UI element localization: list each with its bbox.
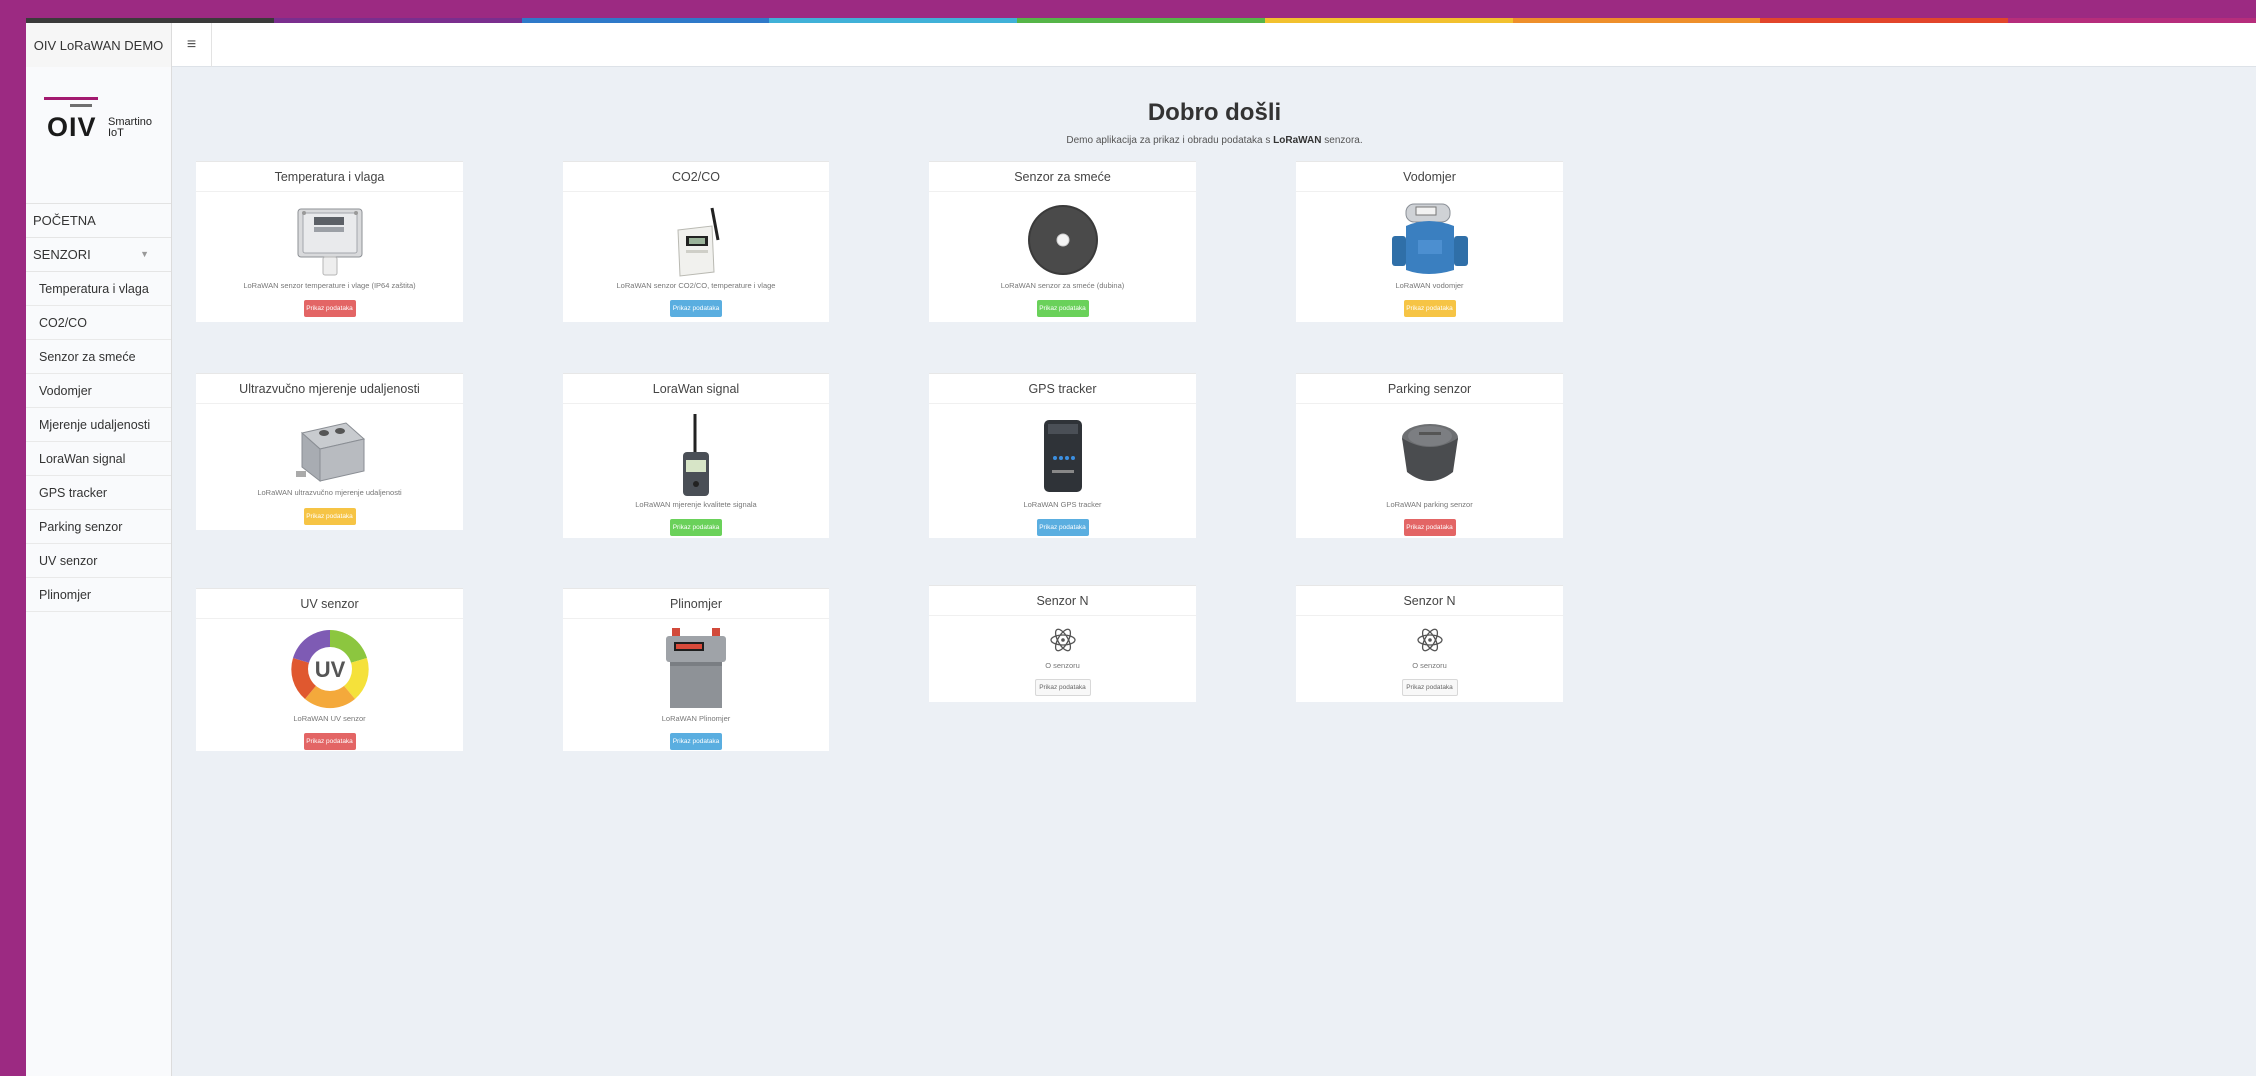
sensor-card: Plinomjer LoRaWAN Plinomjer Prikaz podat… bbox=[563, 588, 829, 751]
hamburger-menu-icon[interactable]: ≡ bbox=[172, 23, 212, 67]
sensor-card: CO2/CO LoRaWAN senzor CO2/CO, temperatur… bbox=[563, 161, 829, 322]
sidebar-item-label: UV senzor bbox=[39, 553, 98, 568]
sensor-card: UV senzor UV LoRaWAN UV senzor Prikaz po… bbox=[196, 588, 463, 751]
sidebar: OIV Smartino IoT POČETNA SENZORI ▼ Tempera… bbox=[26, 67, 172, 1076]
sidebar-item-parking[interactable]: Parking senzor bbox=[26, 510, 171, 544]
sensor-card: LoraWan signal LoRaWAN mjerenje kvalitet… bbox=[563, 373, 829, 538]
show-data-button[interactable]: Prikaz podataka bbox=[670, 519, 722, 536]
show-data-button[interactable]: Prikaz podataka bbox=[1036, 300, 1089, 317]
sidebar-item-co2[interactable]: CO2/CO bbox=[26, 306, 171, 340]
card-title: GPS tracker bbox=[929, 374, 1196, 404]
card-description: LoRaWAN senzor za smeće (dubina) bbox=[1000, 281, 1125, 290]
sidebar-item-label: Temperatura i vlaga bbox=[39, 281, 149, 296]
waste-sensor-image bbox=[1027, 205, 1098, 275]
card-title: Senzor N bbox=[929, 586, 1196, 616]
chevron-down-icon: ▼ bbox=[140, 249, 149, 259]
sensor-card: Temperatura i vlaga LoRaWAN senzor tempe… bbox=[196, 161, 463, 322]
sidebar-item-mjerenje[interactable]: Mjerenje udaljenosti bbox=[26, 408, 171, 442]
card-description: LoRaWAN ultrazvučno mjerenje udaljenosti bbox=[257, 488, 402, 497]
page-subtitle: Demo aplikacija za prikaz i obradu podat… bbox=[1066, 135, 1363, 146]
card-description: LoRaWAN senzor temperature i vlage (IP64… bbox=[243, 281, 416, 290]
main-content: Dobro došli Demo aplikacija za prikaz i … bbox=[173, 68, 2256, 1076]
sidebar-item-label: CO2/CO bbox=[39, 315, 87, 330]
signal-tester-image bbox=[683, 414, 709, 496]
card-description: LoRaWAN UV senzor bbox=[293, 714, 366, 723]
card-title: Senzor za smeće bbox=[929, 162, 1196, 192]
card-description: LoRaWAN parking senzor bbox=[1386, 500, 1473, 509]
sidebar-item-label: GPS tracker bbox=[39, 485, 108, 500]
card-description: O senzoru bbox=[1412, 661, 1447, 670]
show-data-button[interactable]: Prikaz podataka bbox=[1036, 519, 1089, 536]
sensor-card: Parking senzor LoRaWAN parking senzor Pr… bbox=[1296, 373, 1563, 538]
sidebar-item-gps[interactable]: GPS tracker bbox=[26, 476, 171, 510]
sensor-card: Senzor za smeće LoRaWAN senzor za smeće … bbox=[929, 161, 1196, 322]
water-meter-image bbox=[1391, 203, 1468, 274]
card-description: O senzoru bbox=[1045, 661, 1080, 670]
sidebar-item-pocetna[interactable]: POČETNA bbox=[26, 204, 171, 238]
card-description: LoRaWAN vodomjer bbox=[1395, 281, 1464, 290]
ultrasonic-sensor-image bbox=[295, 422, 365, 483]
sensor-card: Senzor N O senzoru Prikaz podataka bbox=[1296, 585, 1563, 702]
show-data-button[interactable]: Prikaz podataka bbox=[1034, 679, 1091, 696]
co2-sensor-image bbox=[677, 207, 720, 277]
atom-icon bbox=[1049, 628, 1076, 652]
show-data-button[interactable]: Prikaz podataka bbox=[1401, 679, 1458, 696]
temperature-sensor-image bbox=[297, 208, 362, 276]
sidebar-item-smece[interactable]: Senzor za smeće bbox=[26, 340, 171, 374]
show-data-button[interactable]: Prikaz podataka bbox=[670, 733, 722, 750]
show-data-button[interactable]: Prikaz podataka bbox=[1403, 300, 1456, 317]
card-title: LoraWan signal bbox=[563, 374, 829, 404]
card-title: Vodomjer bbox=[1296, 162, 1563, 192]
sidebar-item-senzori[interactable]: SENZORI ▼ bbox=[26, 238, 171, 272]
sensor-card: Senzor N O senzoru Prikaz podataka bbox=[929, 585, 1196, 702]
card-description: LoRaWAN senzor CO2/CO, temperature i vla… bbox=[616, 281, 776, 290]
card-description: LoRaWAN mjerenje kvalitete signala bbox=[635, 500, 757, 509]
show-data-button[interactable]: Prikaz podataka bbox=[303, 733, 356, 750]
gps-tracker-image bbox=[1043, 420, 1082, 492]
sidebar-item-lorawan-signal[interactable]: LoraWan signal bbox=[26, 442, 171, 476]
oiv-logo: OIV Smartino IoT bbox=[26, 67, 171, 204]
card-title: Temperatura i vlaga bbox=[196, 162, 463, 192]
sidebar-item-label: POČETNA bbox=[33, 213, 96, 228]
sidebar-item-label: SENZORI bbox=[33, 247, 91, 262]
card-title: CO2/CO bbox=[563, 162, 829, 192]
sidebar-item-label: Senzor za smeće bbox=[39, 349, 136, 364]
show-data-button[interactable]: Prikaz podataka bbox=[303, 300, 356, 317]
card-description: LoRaWAN GPS tracker bbox=[1023, 500, 1102, 509]
brand-title[interactable]: OIV LoRaWAN DEMO bbox=[26, 23, 172, 67]
card-title: Plinomjer bbox=[563, 589, 829, 619]
parking-sensor-image bbox=[1401, 424, 1458, 481]
page-title: Dobro došli bbox=[1147, 99, 1282, 126]
sensor-card: Ultrazvučno mjerenje udaljenosti LoRaWAN… bbox=[196, 373, 463, 530]
sidebar-item-plinomjer[interactable]: Plinomjer bbox=[26, 578, 171, 612]
sidebar-item-label: Vodomjer bbox=[39, 383, 92, 398]
sidebar-item-label: Parking senzor bbox=[39, 519, 123, 534]
sidebar-item-label: Mjerenje udaljenosti bbox=[39, 417, 151, 432]
card-title: UV senzor bbox=[196, 589, 463, 619]
uv-sensor-image: UV bbox=[290, 630, 369, 709]
top-navbar: OIV LoRaWAN DEMO ≡ bbox=[26, 23, 2256, 67]
sensor-card: Vodomjer LoRaWAN vodomjer Prikaz podatak… bbox=[1296, 161, 1563, 322]
sidebar-item-vodomjer[interactable]: Vodomjer bbox=[26, 374, 171, 408]
svg-text:UV: UV bbox=[314, 657, 345, 682]
sensor-card: GPS tracker LoRaWAN GPS tracker Prikaz p… bbox=[929, 373, 1196, 538]
show-data-button[interactable]: Prikaz podataka bbox=[670, 300, 722, 317]
atom-icon bbox=[1416, 628, 1443, 652]
sidebar-item-label: Plinomjer bbox=[39, 587, 92, 602]
show-data-button[interactable]: Prikaz podataka bbox=[1403, 519, 1456, 536]
card-title: Senzor N bbox=[1296, 586, 1563, 616]
sidebar-item-uv[interactable]: UV senzor bbox=[26, 544, 171, 578]
sidebar-item-label: LoraWan signal bbox=[39, 451, 126, 466]
sidebar-item-temperatura[interactable]: Temperatura i vlaga bbox=[26, 272, 171, 306]
card-description: LoRaWAN Plinomjer bbox=[661, 714, 731, 723]
card-title: Parking senzor bbox=[1296, 374, 1563, 404]
show-data-button[interactable]: Prikaz podataka bbox=[303, 508, 356, 525]
card-title: Ultrazvučno mjerenje udaljenosti bbox=[196, 374, 463, 404]
gas-meter-image bbox=[666, 628, 726, 708]
app-window: OIV LoRaWAN DEMO ≡ OIV Smartino IoT POČET… bbox=[26, 23, 2256, 1076]
